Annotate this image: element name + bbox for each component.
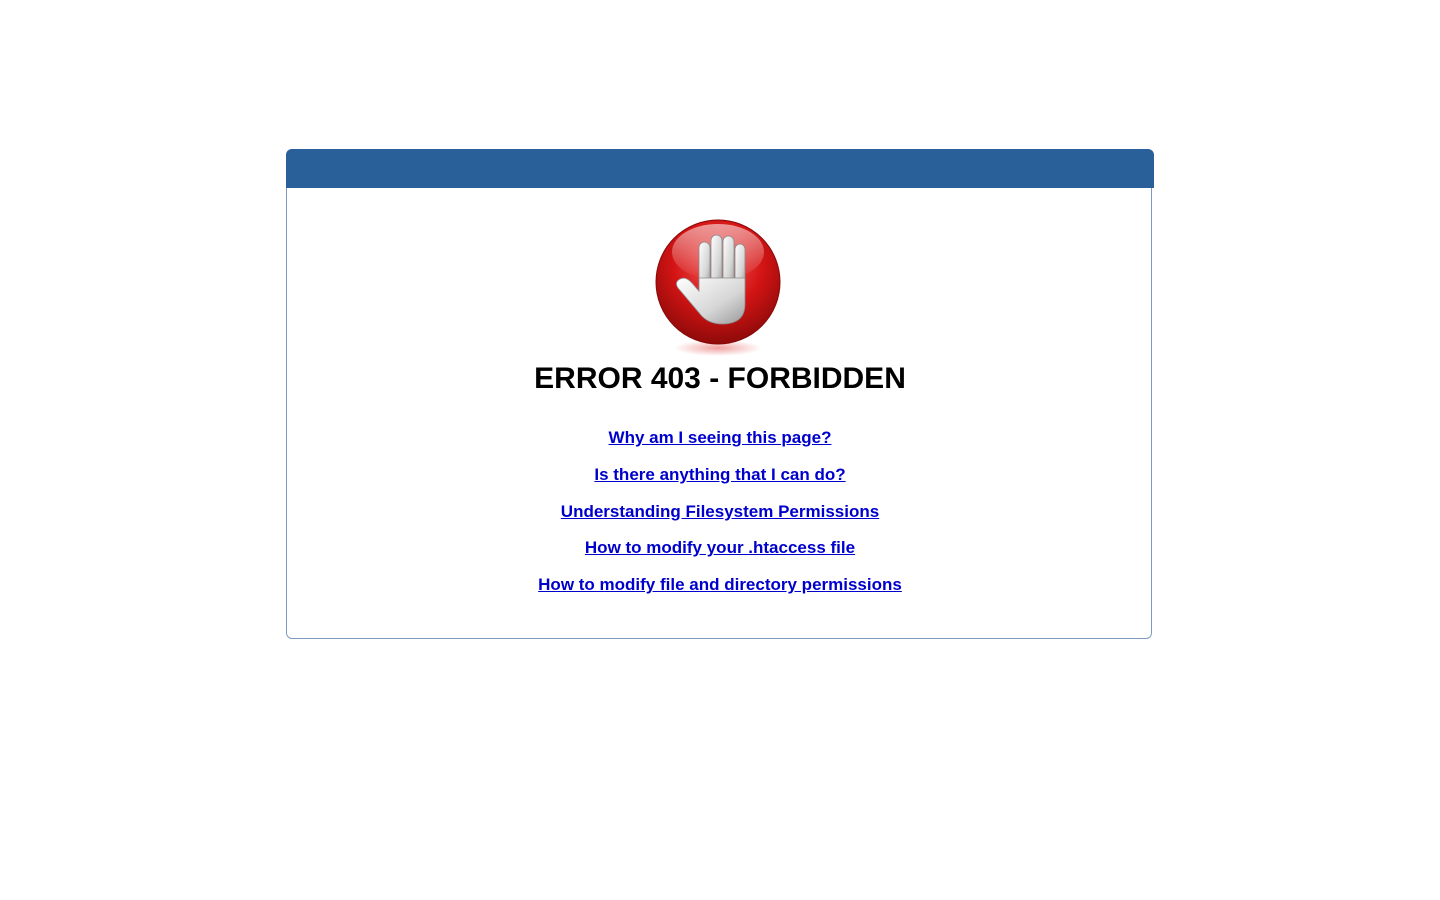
link-modify-file-permissions[interactable]: How to modify file and directory permiss… bbox=[287, 572, 1153, 598]
stop-hand-icon bbox=[655, 219, 781, 356]
link-filesystem-permissions[interactable]: Understanding Filesystem Permissions bbox=[287, 499, 1153, 525]
error-panel: ERROR 403 - FORBIDDEN Why am I seeing th… bbox=[286, 149, 1154, 639]
link-anything-i-can-do[interactable]: Is there anything that I can do? bbox=[287, 462, 1153, 488]
error-title: ERROR 403 - FORBIDDEN bbox=[534, 362, 906, 395]
help-links-list: Why am I seeing this page? Is there anyt… bbox=[287, 425, 1153, 609]
link-why-seeing-page[interactable]: Why am I seeing this page? bbox=[287, 425, 1153, 451]
panel-header-bar bbox=[286, 149, 1154, 188]
link-modify-htaccess[interactable]: How to modify your .htaccess file bbox=[287, 535, 1153, 561]
